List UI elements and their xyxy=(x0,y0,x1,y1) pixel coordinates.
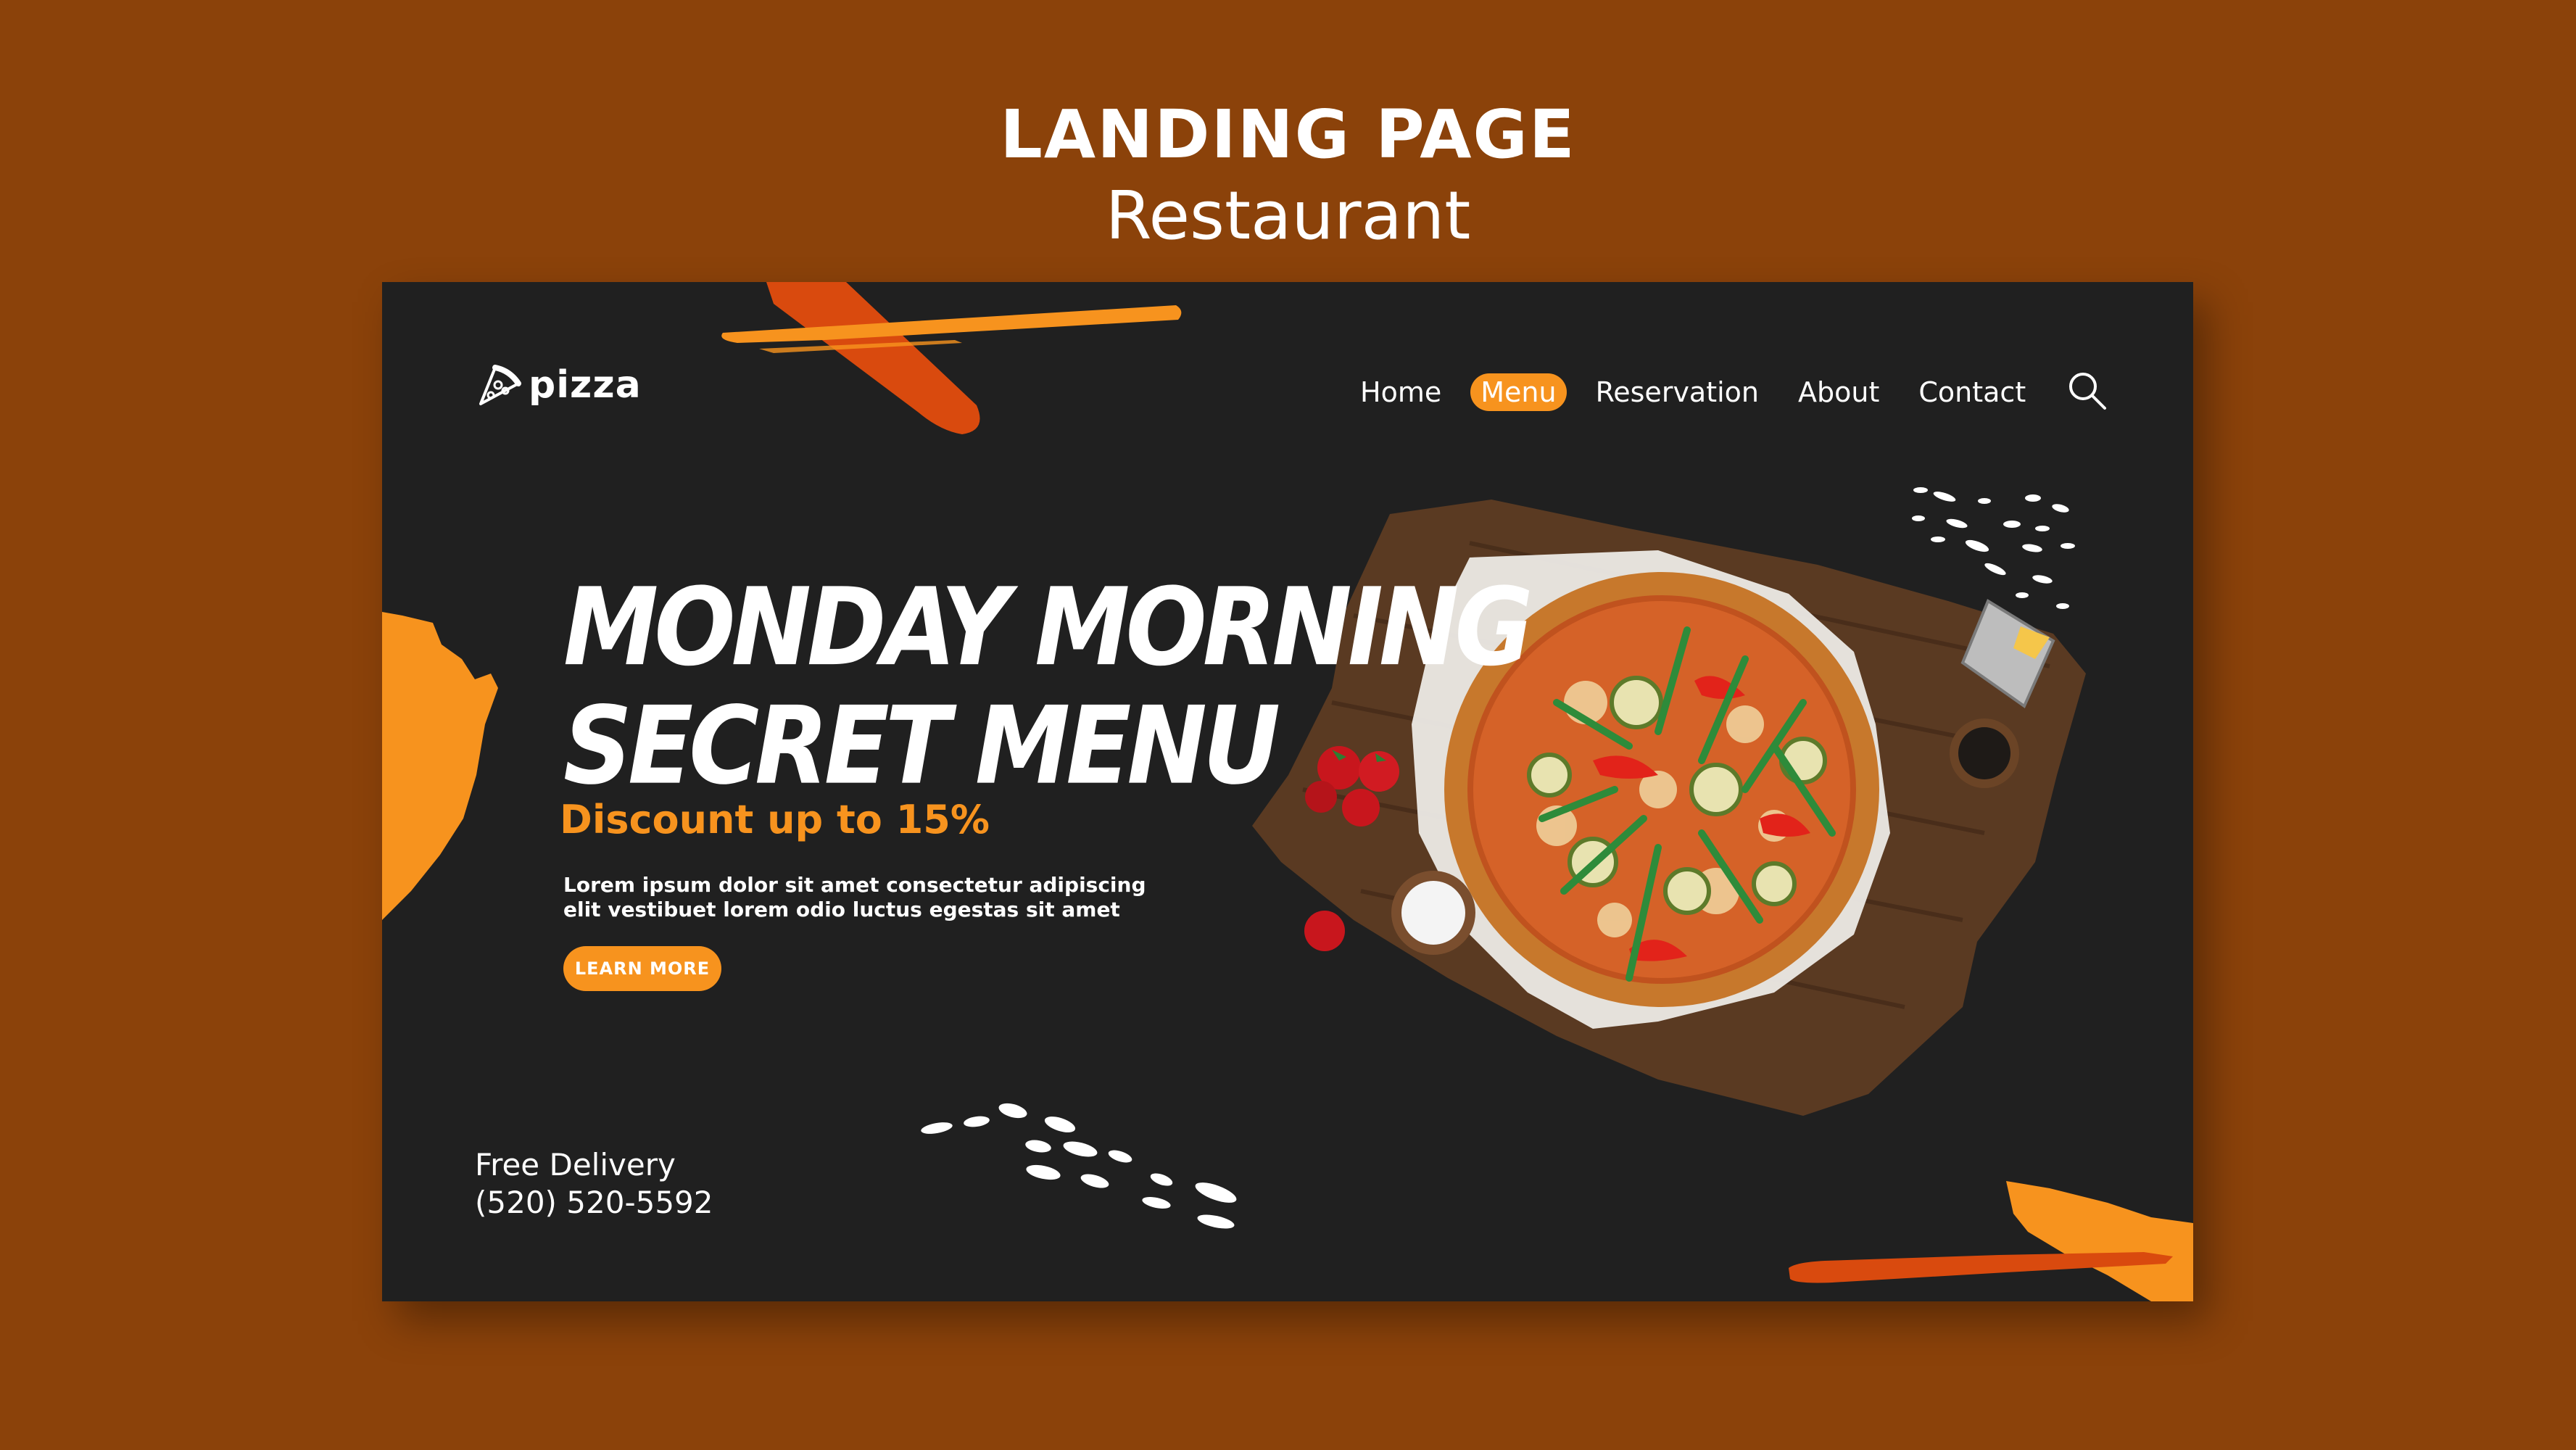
brush-stroke-red-top xyxy=(766,282,980,434)
search-icon xyxy=(2069,373,2106,410)
hero-title-line-1: MONDAY MORNING xyxy=(563,565,1533,690)
delivery-info: Free Delivery (520) 520-5592 xyxy=(475,1146,713,1222)
brush-stroke-orange-left xyxy=(382,612,498,920)
page-title: LANDING PAGE xyxy=(1000,96,1576,173)
pizza-slice-icon xyxy=(479,365,521,405)
page-subtitle: Restaurant xyxy=(1105,177,1471,254)
delivery-label: Free Delivery xyxy=(475,1147,676,1182)
hero-title-line-2: SECRET MENU xyxy=(563,684,1280,809)
discount-text: Discount up to 15% xyxy=(560,797,990,842)
brand-logo[interactable]: pizza xyxy=(476,362,642,408)
decorative-dashes-bottom xyxy=(921,1103,1237,1229)
nav-item-about[interactable]: About xyxy=(1788,373,1889,411)
nav-item-reservation[interactable]: Reservation xyxy=(1586,373,1769,411)
main-nav: Home Menu Reservation About Contact xyxy=(1350,372,2036,413)
learn-more-button[interactable]: LEARN MORE xyxy=(563,946,721,991)
search-button[interactable] xyxy=(2064,368,2111,414)
hero-title: MONDAY MORNING SECRET MENU xyxy=(563,565,1533,809)
hero-description-line-1: Lorem ipsum dolor sit amet consectetur a… xyxy=(563,873,1146,897)
logo-text: pizza xyxy=(529,363,642,407)
delivery-phone[interactable]: (520) 520-5592 xyxy=(475,1184,713,1222)
nav-item-home[interactable]: Home xyxy=(1350,373,1451,411)
hero-description: Lorem ipsum dolor sit amet consectetur a… xyxy=(563,873,1158,922)
nav-item-menu[interactable]: Menu xyxy=(1470,373,1567,411)
brush-stroke-orange-bottom-right xyxy=(2006,1181,2193,1301)
landing-mockup: pizza Home Menu Reservation About Contac… xyxy=(382,282,2193,1301)
nav-item-contact[interactable]: Contact xyxy=(1908,373,2036,411)
hero-description-line-2: elit vestibuet lorem odio luctus egestas… xyxy=(563,898,1120,921)
